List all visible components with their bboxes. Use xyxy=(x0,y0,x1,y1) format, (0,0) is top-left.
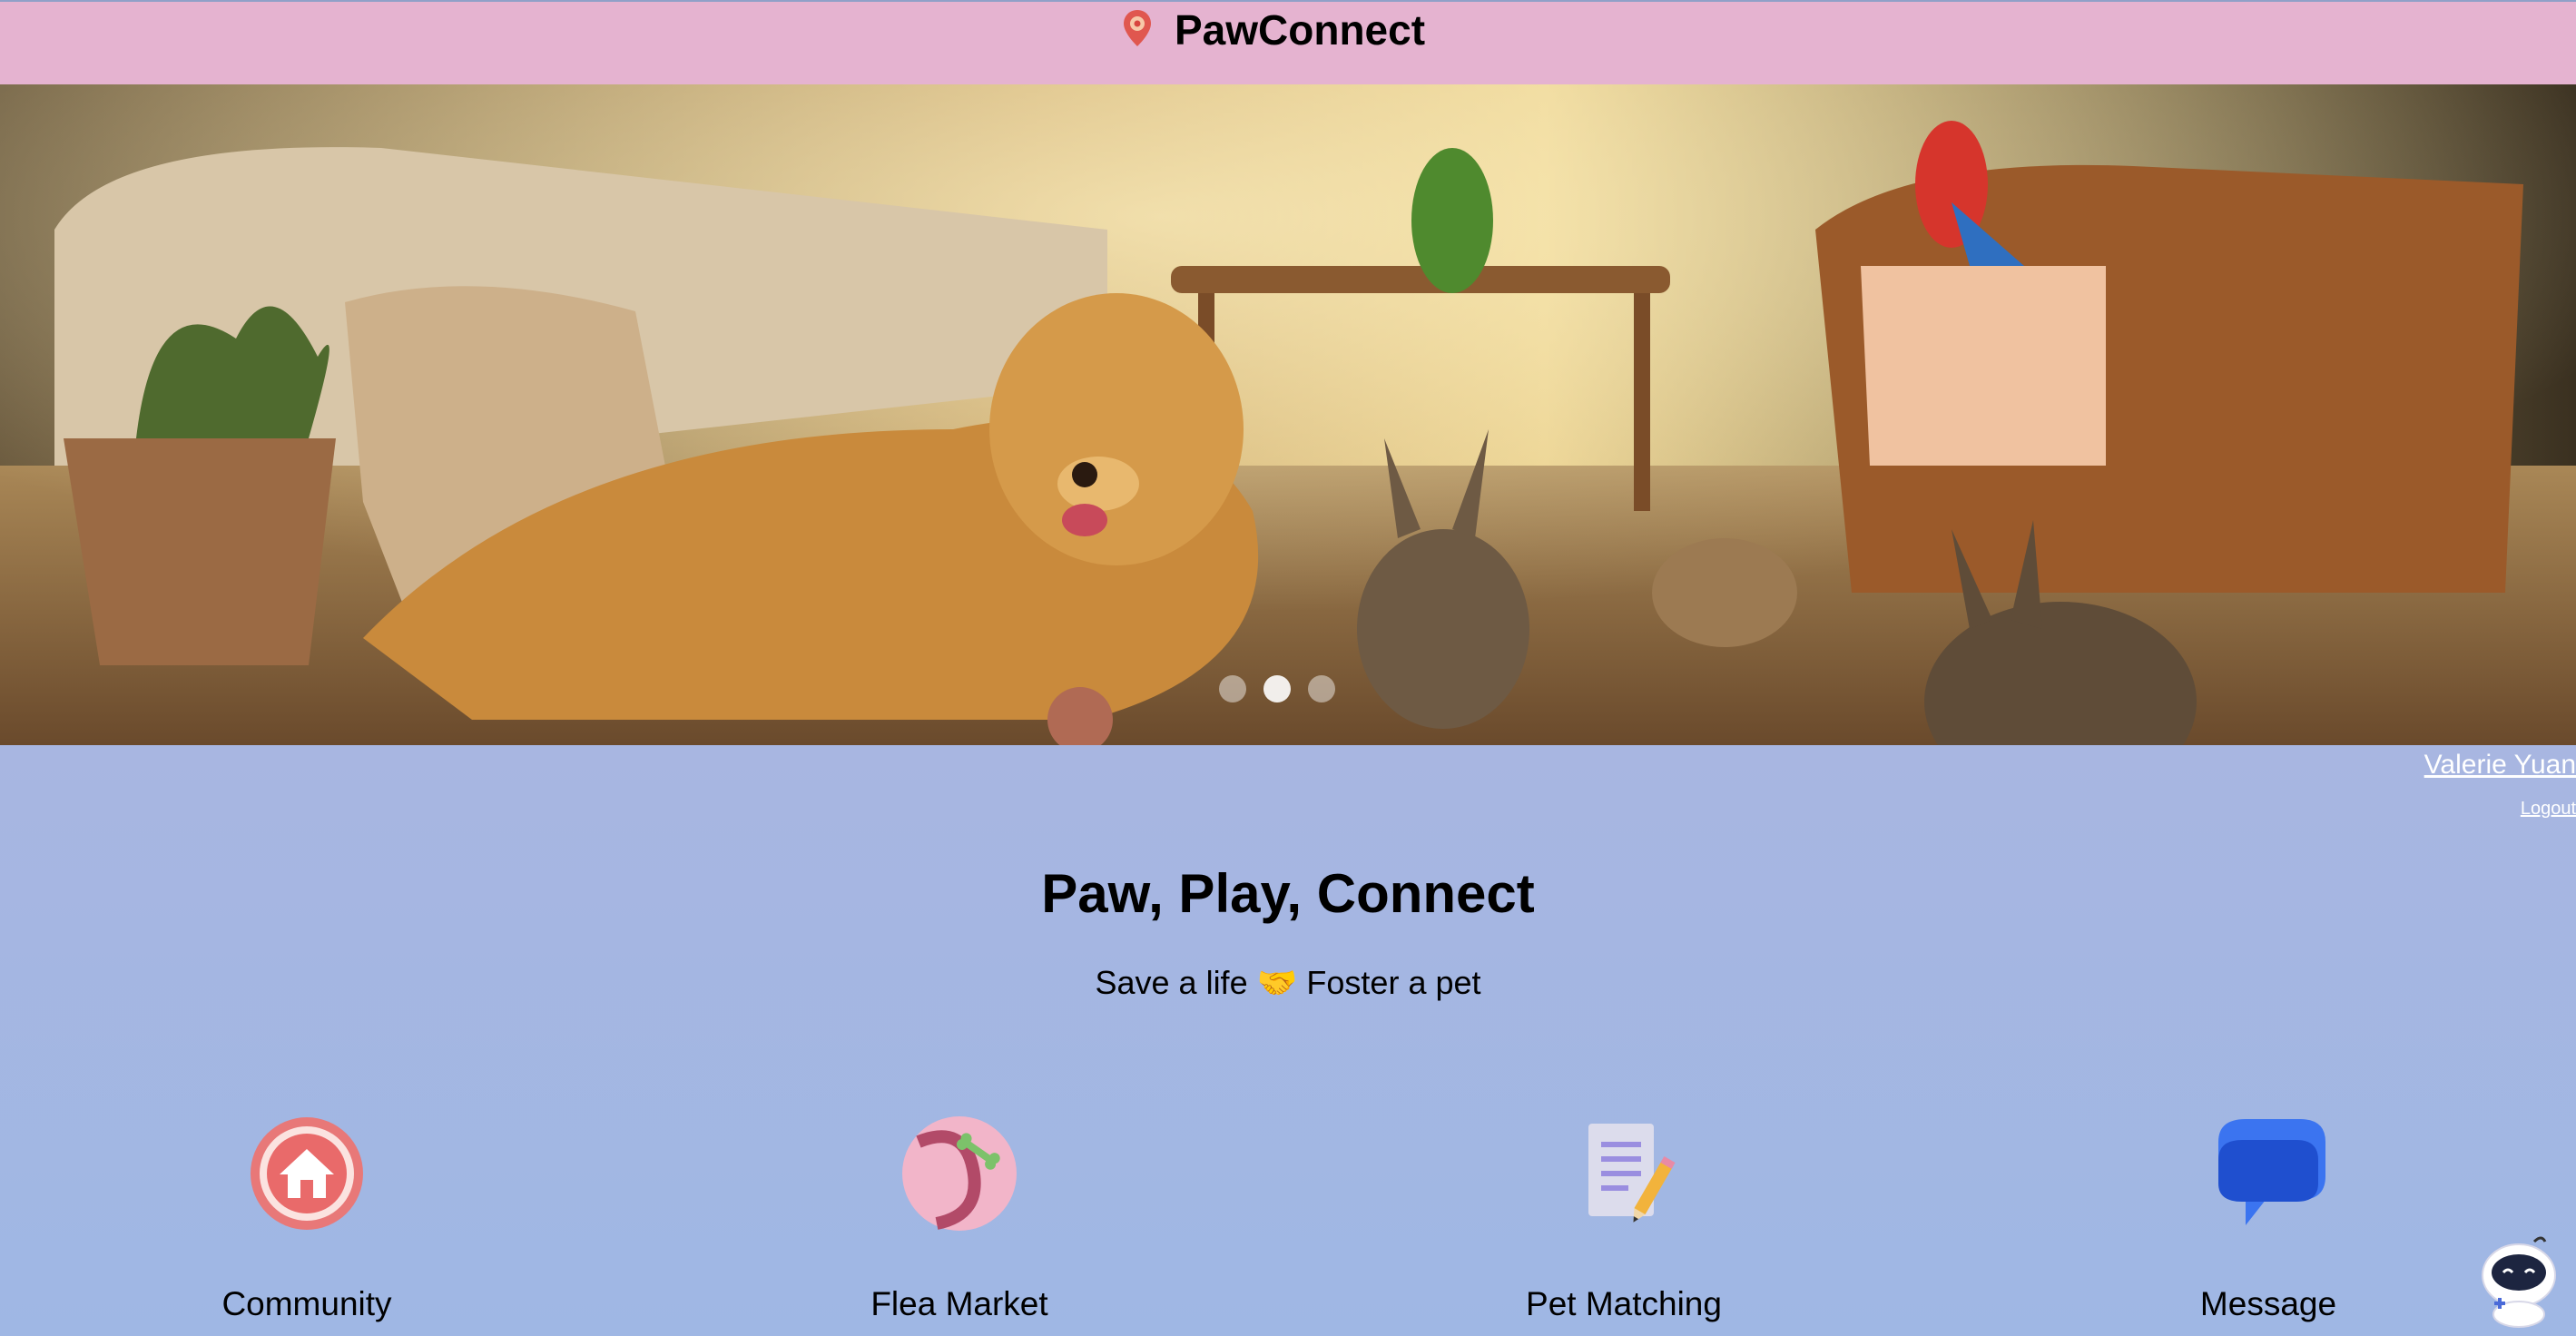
feature-label-flea-market: Flea Market xyxy=(870,1285,1048,1322)
feature-label-pet-matching: Pet Matching xyxy=(1526,1285,1722,1322)
carousel-dot-3[interactable] xyxy=(1308,675,1335,702)
logout-link[interactable]: Logout xyxy=(2521,799,2576,820)
map-pin-icon xyxy=(1122,8,1153,53)
page-tagline: Save a life 🤝 Foster a pet xyxy=(1095,964,1481,1001)
app-title: PawConnect xyxy=(1175,6,1426,54)
hero-photo-icon xyxy=(0,84,2576,745)
top-bar: PawConnect xyxy=(0,0,2576,84)
brand[interactable]: PawConnect xyxy=(1122,2,1425,58)
feature-message[interactable]: Message xyxy=(2078,1115,2459,1323)
feature-flea-market[interactable]: Flea Market xyxy=(769,1115,1150,1323)
feature-community[interactable]: Community xyxy=(116,1115,497,1323)
carousel-dots xyxy=(1219,675,1335,702)
carousel-dot-1[interactable] xyxy=(1219,675,1246,702)
robot-assistant-icon[interactable] xyxy=(2478,1234,2560,1330)
notepad-pencil-icon xyxy=(1588,1124,1676,1223)
house-icon xyxy=(251,1117,363,1230)
feature-label-message: Message xyxy=(2199,1285,2337,1322)
ball-bone-icon xyxy=(902,1116,1017,1231)
user-profile-link[interactable]: Valerie Yuan xyxy=(2424,750,2576,781)
carousel-dot-2[interactable] xyxy=(1263,675,1291,702)
hero-carousel[interactable] xyxy=(0,84,2576,745)
page-headline: Paw, Play, Connect xyxy=(1041,863,1535,924)
chat-bubble-icon xyxy=(2218,1119,2325,1225)
feature-label-community: Community xyxy=(221,1285,392,1322)
feature-pet-matching[interactable]: Pet Matching xyxy=(1433,1115,1814,1323)
